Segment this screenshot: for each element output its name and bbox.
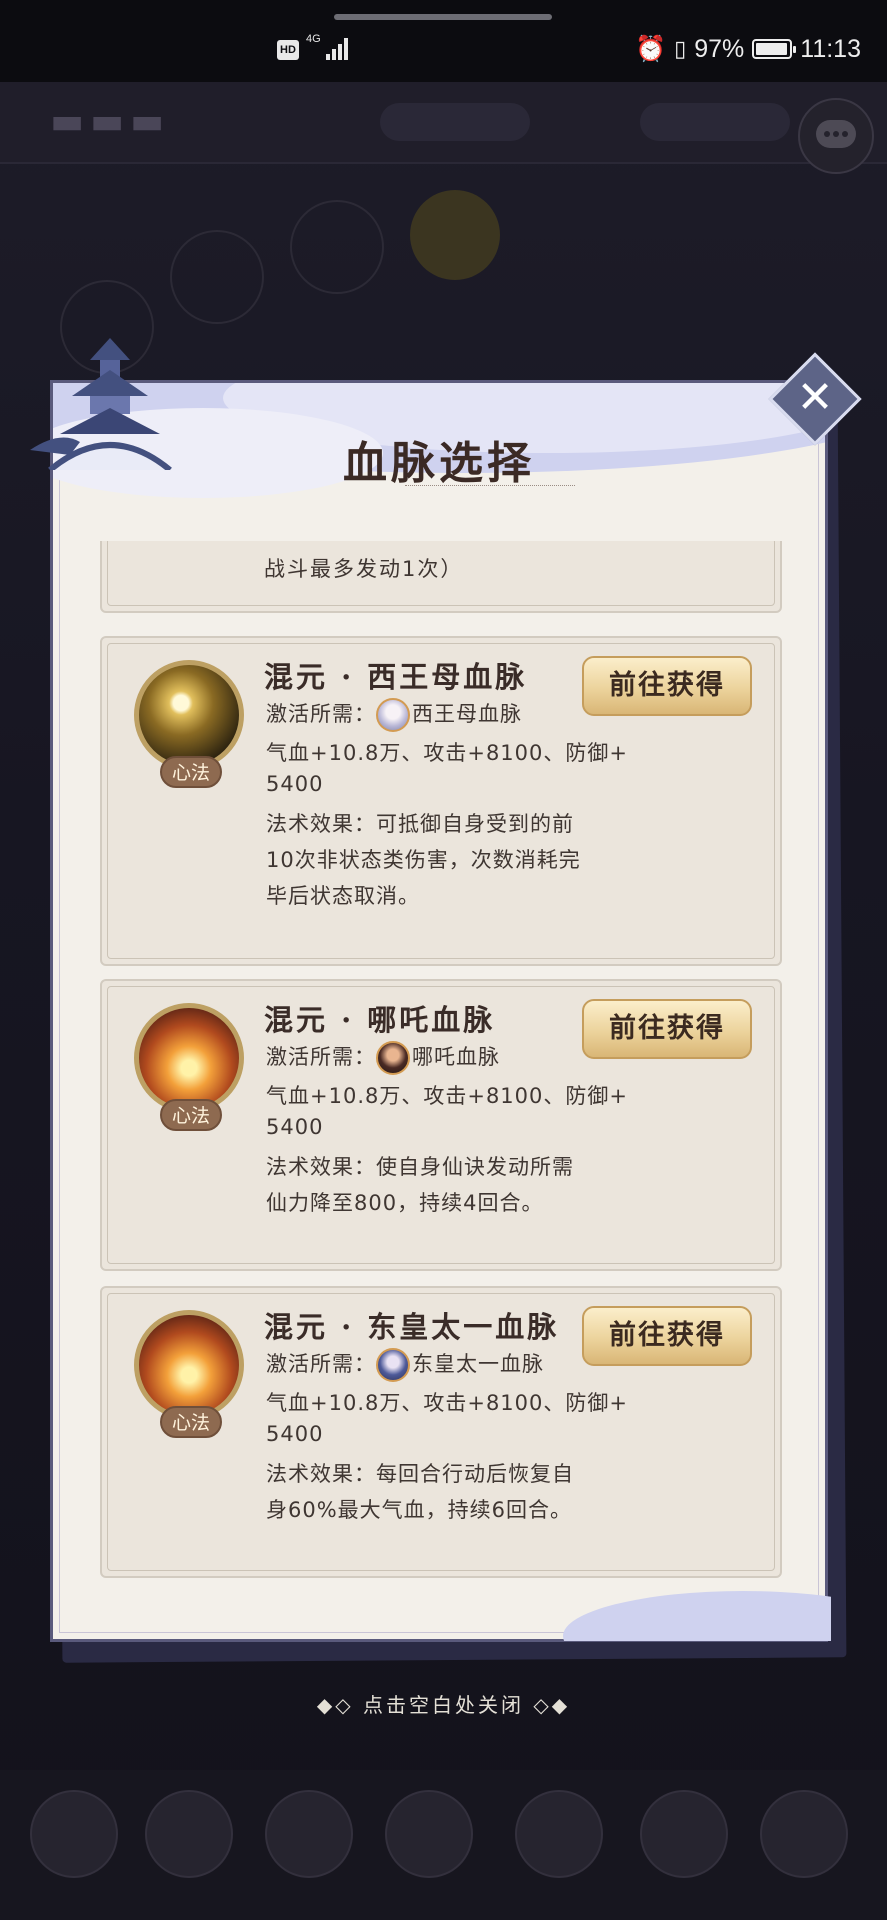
background-sun-icon <box>410 190 500 280</box>
effect-line: 身60%最大气血，持续6回合。 <box>266 1498 573 1522</box>
stat-line: 气血+10.8万、攻击+8100、防御+ <box>266 1391 628 1415</box>
background-nav-icon <box>30 1790 118 1878</box>
status-bar: HD 4G ⏰ ▯ 97% 11:13 <box>0 0 887 82</box>
card-title: 混元 · 东皇太一血脉 <box>264 1310 560 1344</box>
moon-orb-icon <box>134 660 244 770</box>
bloodline-card-nezha: 心法 混元 · 哪吒血脉 前往获得 激活所需： 哪吒血脉 气血+10.8万、攻击+… <box>100 979 782 1271</box>
requirement-line: 激活所需： 哪吒血脉 <box>266 1041 500 1075</box>
battery-fill <box>756 43 788 55</box>
stat-line: 气血+10.8万、攻击+8100、防御+ <box>266 1084 628 1108</box>
flame-orb-icon <box>134 1310 244 1420</box>
chat-button[interactable] <box>798 98 874 174</box>
list-item-partial: 战斗最多发动1次） <box>100 541 782 613</box>
bloodline-list[interactable]: 战斗最多发动1次） 心法 混元 · 西王母血脉 前往获得 激活所需： 西王母血脉 … <box>100 541 782 1581</box>
partial-card-text: 战斗最多发动1次） <box>264 557 464 581</box>
pagoda-icon <box>30 338 172 470</box>
status-right: ⏰ ▯ 97% 11:13 <box>635 34 861 64</box>
xiwangmu-avatar-icon <box>376 698 410 732</box>
battery-percent: 97% <box>694 34 745 63</box>
effect-line: 仙力降至800，持续4回合。 <box>266 1191 544 1215</box>
requirement-label: 激活所需： <box>266 1352 376 1376</box>
battery-icon <box>752 39 797 59</box>
effect-line: 法术效果：使自身仙诀发动所需 <box>266 1155 574 1179</box>
background-resource-pill <box>640 103 790 141</box>
card-title: 混元 · 哪吒血脉 <box>264 1003 496 1037</box>
background-nav-icon <box>640 1790 728 1878</box>
go-obtain-button[interactable]: 前往获得 <box>582 999 752 1059</box>
requirement-line: 激活所需： 东皇太一血脉 <box>266 1348 544 1382</box>
stat-line: 5400 <box>266 1422 324 1446</box>
background-nav-icon <box>385 1790 473 1878</box>
background-title: ▬▬▬ <box>50 100 171 142</box>
requirement-name: 东皇太一血脉 <box>412 1352 544 1376</box>
badge-xinfa: 心法 <box>160 1099 222 1131</box>
bloodline-card-donghuangtaiyi: 心法 混元 · 东皇太一血脉 前往获得 激活所需： 东皇太一血脉 气血+10.8万… <box>100 1286 782 1578</box>
go-obtain-button[interactable]: 前往获得 <box>582 1306 752 1366</box>
vibrate-icon: ▯ <box>674 36 687 61</box>
stat-line: 气血+10.8万、攻击+8100、防御+ <box>266 741 628 765</box>
background-resource-pill <box>380 103 530 141</box>
close-icon[interactable]: ✕ <box>782 366 848 432</box>
background-nav-icon <box>265 1790 353 1878</box>
card-title: 混元 · 西王母血脉 <box>264 660 528 694</box>
badge-xinfa: 心法 <box>160 1406 222 1438</box>
requirement-label: 激活所需： <box>266 702 376 726</box>
background-nav-icon <box>760 1790 848 1878</box>
hd-icon: HD <box>277 40 299 60</box>
effect-line: 法术效果：可抵御自身受到的前 <box>266 812 574 836</box>
background-nav-icon <box>145 1790 233 1878</box>
signal-icon <box>326 36 350 60</box>
bloodline-card-xiwangmu: 心法 混元 · 西王母血脉 前往获得 激活所需： 西王母血脉 气血+10.8万、攻… <box>100 636 782 966</box>
tap-blank-to-close-hint[interactable]: ◆◇ 点击空白处关闭 ◇◆ <box>0 1689 887 1718</box>
stat-line: 5400 <box>266 1115 324 1139</box>
effect-line: 法术效果：每回合行动后恢复自 <box>266 1462 574 1486</box>
effect-line: 毕后状态取消。 <box>266 884 420 908</box>
nezha-avatar-icon <box>376 1041 410 1075</box>
background-node <box>290 200 384 294</box>
clock: 11:13 <box>800 34 861 63</box>
go-obtain-button[interactable]: 前往获得 <box>582 656 752 716</box>
donghuangtaiyi-avatar-icon <box>376 1348 410 1382</box>
requirement-line: 激活所需： 西王母血脉 <box>266 698 522 732</box>
title-ornament <box>405 485 575 490</box>
background-nav-icon <box>515 1790 603 1878</box>
home-indicator[interactable] <box>334 14 552 20</box>
requirement-name: 西王母血脉 <box>412 702 522 726</box>
badge-xinfa: 心法 <box>160 756 222 788</box>
requirement-label: 激活所需： <box>266 1045 376 1069</box>
effect-line: 10次非状态类伤害，次数消耗完 <box>266 848 581 872</box>
stat-line: 5400 <box>266 772 324 796</box>
flame-orb-icon <box>134 1003 244 1113</box>
requirement-name: 哪吒血脉 <box>412 1045 500 1069</box>
background-node <box>170 230 264 324</box>
network-type: 4G <box>306 33 321 45</box>
alarm-icon: ⏰ <box>634 34 667 63</box>
